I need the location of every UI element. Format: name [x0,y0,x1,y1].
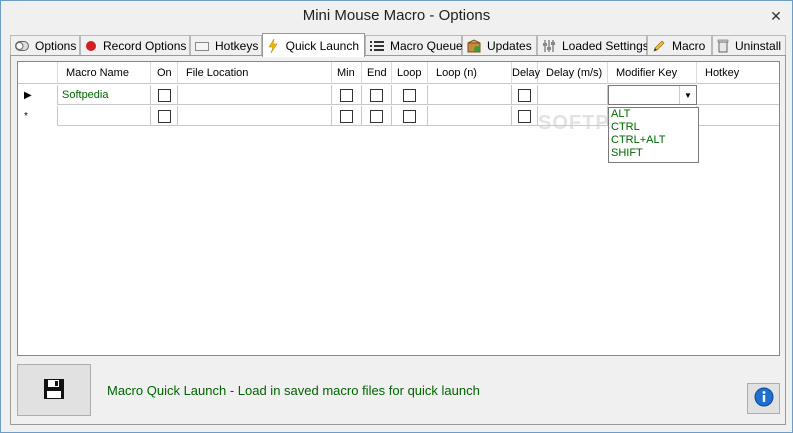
tab-macro[interactable]: Macro [647,35,712,56]
tab-updates[interactable]: Updates [462,35,537,56]
header-modifier-key[interactable]: Modifier Key [608,62,697,84]
header-min[interactable]: Min [332,62,362,84]
header-macro-name[interactable]: Macro Name [58,62,151,84]
min-checkbox[interactable] [332,106,362,126]
tab-quick-launch[interactable]: Quick Launch [262,33,365,57]
on-checkbox[interactable] [151,106,178,126]
header-row-selector [18,62,58,84]
dropdown-option-ctrl-alt[interactable]: CTRL+ALT [609,134,698,147]
header-loop[interactable]: Loop [392,62,428,84]
table-row[interactable]: ▶ Softpedia ▼ [18,85,779,105]
delay-checkbox[interactable] [512,85,538,105]
tab-label: Updates [487,39,532,53]
header-delay-ms[interactable]: Delay (m/s) [538,62,608,84]
header-file-location[interactable]: File Location [178,62,332,84]
on-checkbox[interactable] [151,85,178,105]
loop-checkbox[interactable] [392,85,428,105]
list-icon [370,39,384,53]
new-row-indicator[interactable]: * [18,106,58,126]
tab-label: Hotkeys [215,39,259,53]
header-delay[interactable]: Delay [512,62,540,84]
hotkey-cell[interactable] [697,85,779,105]
file-location-cell[interactable] [178,106,332,126]
min-checkbox[interactable] [332,85,362,105]
sliders-icon [542,39,556,53]
tab-label: Macro [672,39,706,53]
package-icon [467,39,481,53]
quick-launch-panel: Macro Name On File Location Min End Loop… [10,55,786,425]
chevron-down-icon[interactable]: ▼ [679,86,696,104]
macro-grid: Macro Name On File Location Min End Loop… [17,61,780,356]
save-button[interactable] [17,364,91,416]
grid-header: Macro Name On File Location Min End Loop… [18,62,779,84]
tab-hotkeys[interactable]: Hotkeys [190,35,262,56]
macro-name-cell[interactable] [58,106,151,126]
macro-name-cell[interactable]: Softpedia [58,85,151,105]
dropdown-option-alt[interactable]: ALT [609,108,698,121]
tab-strip: Options Record Options Hotkeys Quick Lau… [10,33,786,57]
tab-options[interactable]: Options [10,35,80,56]
header-end[interactable]: End [362,62,392,84]
row-indicator[interactable]: ▶ [18,85,58,105]
modifier-key-select[interactable]: ▼ [608,85,697,105]
modifier-key-dropdown[interactable]: ALT CTRL CTRL+ALT SHIFT [608,107,699,163]
info-icon [754,387,774,410]
pencil-icon [652,39,666,53]
header-on[interactable]: On [151,62,178,84]
tab-label: Uninstall [735,39,782,53]
window-title: Mini Mouse Macro - Options [302,7,491,24]
file-location-cell[interactable] [178,85,332,105]
dropdown-option-shift[interactable]: SHIFT [609,147,698,160]
title-bar: Mini Mouse Macro - Options ✕ [1,1,792,31]
header-hotkey[interactable]: Hotkey [697,62,779,84]
keyboard-icon [195,39,209,53]
close-button[interactable]: ✕ [768,8,784,24]
loop-n-cell[interactable] [428,106,512,126]
tab-record-options[interactable]: Record Options [80,35,190,56]
modifier-key-combo[interactable]: ▼ [608,85,697,105]
loop-n-cell[interactable] [428,85,512,105]
tab-label: Record Options [103,39,187,53]
end-checkbox[interactable] [362,85,392,105]
tab-macro-queue[interactable]: Macro Queue [365,35,463,56]
lightning-icon [267,38,280,53]
footer-bar: Macro Quick Launch - Load in saved macro… [17,361,780,418]
tab-loaded-settings[interactable]: Loaded Settings [537,35,649,56]
options-window: Mini Mouse Macro - Options ✕ Options Rec… [0,0,793,433]
tab-label: Options [35,39,77,53]
toggle-icon [15,39,29,53]
delay-ms-cell[interactable] [538,85,608,105]
tab-label: Quick Launch [285,38,359,53]
hotkey-cell[interactable] [697,106,779,126]
tab-label: Macro Queue [390,39,463,53]
loop-checkbox[interactable] [392,106,428,126]
tab-uninstall[interactable]: Uninstall [712,35,786,56]
floppy-disk-icon [43,378,65,403]
footer-message: Macro Quick Launch - Load in saved macro… [107,383,480,398]
info-button[interactable] [747,383,780,414]
delay-checkbox[interactable] [512,106,538,126]
record-icon [85,39,97,53]
dropdown-option-ctrl[interactable]: CTRL [609,121,698,134]
header-loop-n[interactable]: Loop (n) [428,62,512,84]
end-checkbox[interactable] [362,106,392,126]
tab-label: Loaded Settings [562,39,649,53]
trash-icon [717,39,729,53]
